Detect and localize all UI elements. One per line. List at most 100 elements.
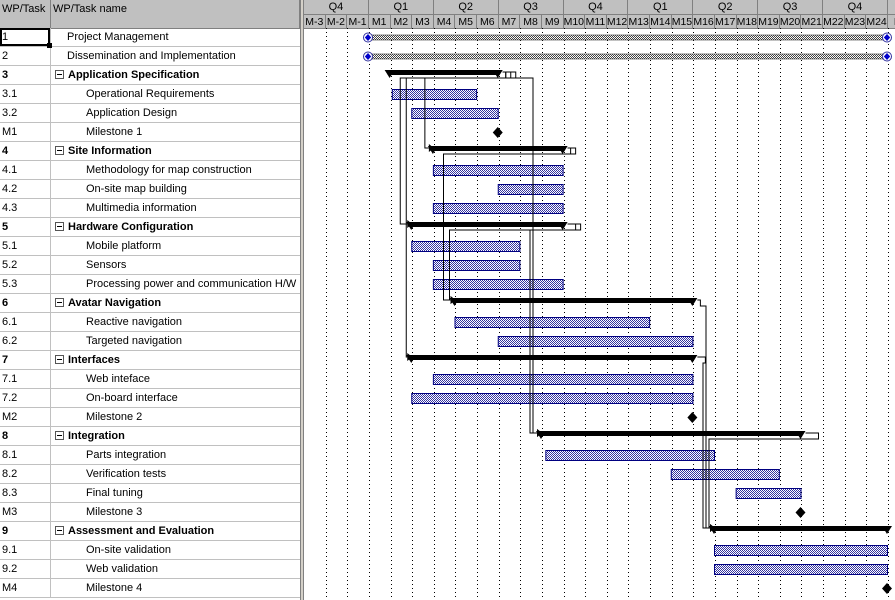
- selected-cell[interactable]: [0, 28, 50, 46]
- task-id-cell[interactable]: 6: [0, 294, 51, 312]
- task-id-cell[interactable]: 9.1: [0, 541, 51, 559]
- table-row[interactable]: 4 Site Information: [0, 142, 300, 161]
- table-row[interactable]: 7 Interfaces: [0, 351, 300, 370]
- table-row[interactable]: M3 Milestone 3: [0, 503, 300, 522]
- table-row[interactable]: 7.2 On-board interface: [0, 389, 300, 408]
- summary-bar[interactable]: [452, 298, 695, 303]
- table-row[interactable]: 5 Hardware Configuration: [0, 218, 300, 237]
- task-name-cell[interactable]: Integration: [51, 427, 300, 445]
- table-row[interactable]: 6.1 Reactive navigation: [0, 313, 300, 332]
- task-id-cell[interactable]: 9: [0, 522, 51, 540]
- task-name-cell[interactable]: Assessment and Evaluation: [51, 522, 300, 540]
- collapse-icon[interactable]: [55, 222, 64, 231]
- task-name-cell[interactable]: Dissemination and Implementation: [51, 47, 300, 65]
- column-header-id[interactable]: WP/Task: [0, 0, 51, 28]
- task-id-cell[interactable]: 6.2: [0, 332, 51, 350]
- table-row[interactable]: 8.3 Final tuning: [0, 484, 300, 503]
- collapse-icon[interactable]: [55, 70, 64, 79]
- table-row[interactable]: 8 Integration: [0, 427, 300, 446]
- task-bar[interactable]: [411, 393, 694, 404]
- table-row[interactable]: 2 Dissemination and Implementation: [0, 47, 300, 66]
- table-row[interactable]: 5.3 Processing power and communication H/…: [0, 275, 300, 294]
- task-name-cell[interactable]: Methodology for map construction: [51, 161, 300, 179]
- task-name-cell[interactable]: Milestone 1: [51, 123, 300, 141]
- table-row[interactable]: 9 Assessment and Evaluation: [0, 522, 300, 541]
- table-row[interactable]: 9.1 On-site validation: [0, 541, 300, 560]
- table-row[interactable]: 3.1 Operational Requirements: [0, 85, 300, 104]
- collapse-icon[interactable]: [55, 146, 64, 155]
- task-bar[interactable]: [497, 336, 694, 347]
- task-id-cell[interactable]: 8.3: [0, 484, 51, 502]
- dependency-line[interactable]: [697, 356, 710, 529]
- collapse-icon[interactable]: [55, 298, 64, 307]
- task-bar[interactable]: [391, 89, 478, 100]
- task-bar[interactable]: [735, 488, 802, 499]
- task-id-cell[interactable]: 8.1: [0, 446, 51, 464]
- table-row[interactable]: M1 Milestone 1: [0, 123, 300, 142]
- task-bar[interactable]: [432, 374, 694, 385]
- task-bar[interactable]: [411, 241, 521, 252]
- task-bar[interactable]: [714, 564, 888, 575]
- task-bar[interactable]: [545, 450, 715, 461]
- column-header-name[interactable]: WP/Task name: [51, 0, 300, 28]
- task-id-cell[interactable]: 7: [0, 351, 51, 369]
- task-bar[interactable]: [432, 260, 521, 271]
- table-row[interactable]: M2 Milestone 2: [0, 408, 300, 427]
- collapse-icon[interactable]: [55, 526, 64, 535]
- task-name-cell[interactable]: Reactive navigation: [51, 313, 300, 331]
- task-name-cell[interactable]: Verification tests: [51, 465, 300, 483]
- project-bar[interactable]: [367, 34, 888, 41]
- task-id-cell[interactable]: 7.1: [0, 370, 51, 388]
- task-name-cell[interactable]: On-site map building: [51, 180, 300, 198]
- task-name-cell[interactable]: Processing power and communication H/W: [51, 275, 300, 293]
- task-id-cell[interactable]: M2: [0, 408, 51, 426]
- task-name-cell[interactable]: Application Specification: [51, 66, 300, 84]
- summary-bar[interactable]: [409, 222, 565, 227]
- task-id-cell[interactable]: 4: [0, 142, 51, 160]
- summary-bar[interactable]: [387, 70, 500, 75]
- task-name-cell[interactable]: Targeted navigation: [51, 332, 300, 350]
- task-id-cell[interactable]: 3.2: [0, 104, 51, 122]
- task-id-cell[interactable]: M1: [0, 123, 51, 141]
- task-id-cell[interactable]: 3: [0, 66, 51, 84]
- task-id-cell[interactable]: 4.2: [0, 180, 51, 198]
- task-name-cell[interactable]: Application Design: [51, 104, 300, 122]
- task-name-cell[interactable]: Project Management: [51, 28, 300, 46]
- milestone-diamond[interactable]: [687, 412, 698, 423]
- task-name-cell[interactable]: Multimedia information: [51, 199, 300, 217]
- summary-bar[interactable]: [409, 355, 695, 360]
- task-name-cell[interactable]: Milestone 4: [51, 579, 300, 597]
- task-bar[interactable]: [432, 203, 564, 214]
- milestone-diamond[interactable]: [492, 127, 503, 138]
- task-bar[interactable]: [432, 279, 564, 290]
- task-name-cell[interactable]: Operational Requirements: [51, 85, 300, 103]
- task-id-cell[interactable]: 5: [0, 218, 51, 236]
- task-name-cell[interactable]: Mobile platform: [51, 237, 300, 255]
- task-id-cell[interactable]: M4: [0, 579, 51, 597]
- task-id-cell[interactable]: 7.2: [0, 389, 51, 407]
- table-row[interactable]: 6.2 Targeted navigation: [0, 332, 300, 351]
- task-id-cell[interactable]: 8.2: [0, 465, 51, 483]
- table-row[interactable]: 5.1 Mobile platform: [0, 237, 300, 256]
- table-row[interactable]: 4.3 Multimedia information: [0, 199, 300, 218]
- table-row[interactable]: 8.2 Verification tests: [0, 465, 300, 484]
- task-id-cell[interactable]: 5.1: [0, 237, 51, 255]
- task-name-cell[interactable]: Web validation: [51, 560, 300, 578]
- task-id-cell[interactable]: 3.1: [0, 85, 51, 103]
- task-name-cell[interactable]: Milestone 2: [51, 408, 300, 426]
- table-row[interactable]: 3 Application Specification: [0, 66, 300, 85]
- table-row[interactable]: 4.1 Methodology for map construction: [0, 161, 300, 180]
- table-row[interactable]: 5.2 Sensors: [0, 256, 300, 275]
- table-row[interactable]: 8.1 Parts integration: [0, 446, 300, 465]
- task-name-cell[interactable]: On-site validation: [51, 541, 300, 559]
- task-name-cell[interactable]: Site Information: [51, 142, 300, 160]
- task-id-cell[interactable]: 8: [0, 427, 51, 445]
- task-name-cell[interactable]: Interfaces: [51, 351, 300, 369]
- summary-bar[interactable]: [539, 431, 803, 436]
- task-bar[interactable]: [670, 469, 780, 480]
- fill-handle[interactable]: [47, 43, 52, 48]
- task-id-cell[interactable]: M3: [0, 503, 51, 521]
- task-name-cell[interactable]: Hardware Configuration: [51, 218, 300, 236]
- task-bar[interactable]: [714, 545, 888, 556]
- collapse-icon[interactable]: [55, 355, 64, 364]
